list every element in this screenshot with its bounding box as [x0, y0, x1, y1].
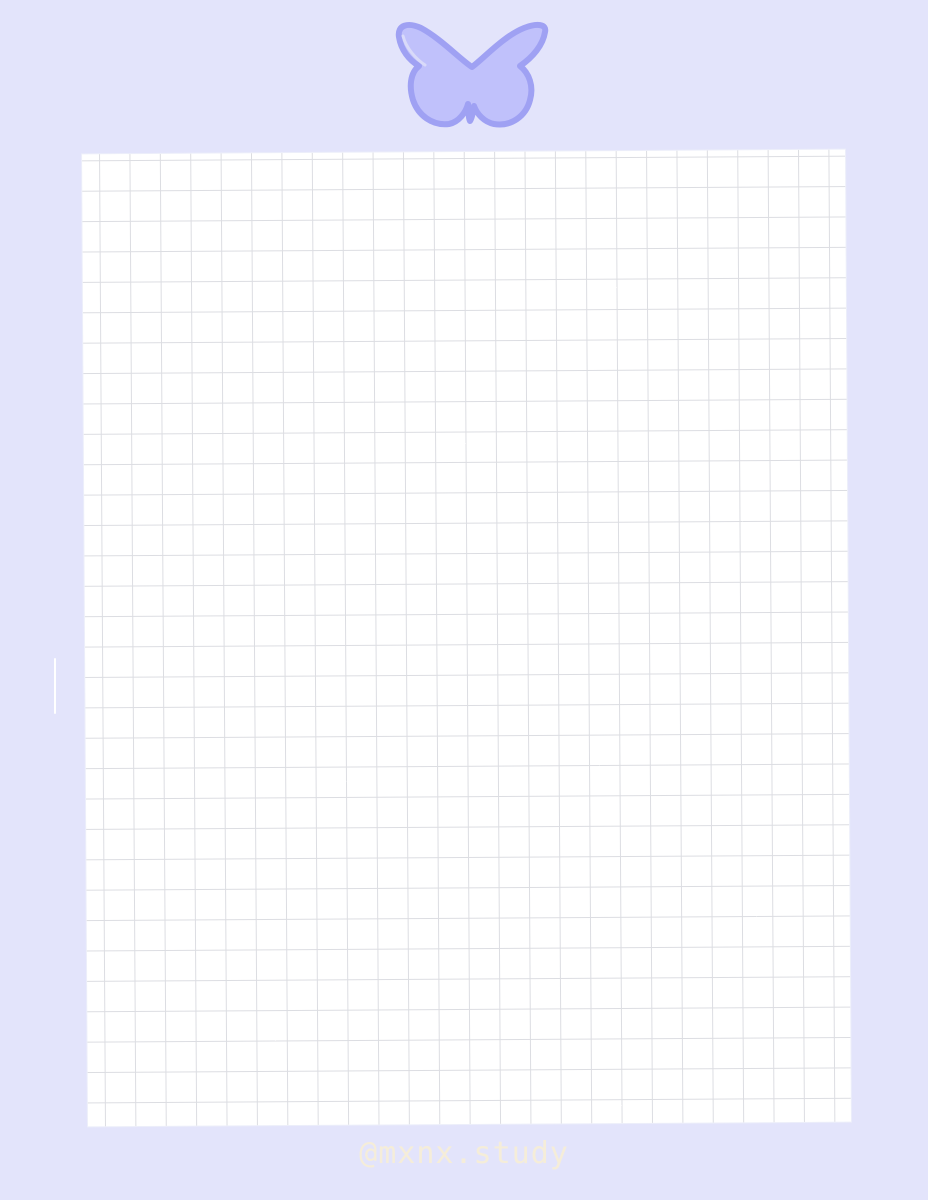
grid-paper-sheet	[82, 149, 851, 1127]
butterfly-icon	[395, 21, 549, 128]
side-mark	[54, 658, 56, 714]
planner-page: @mxnx.study	[0, 0, 928, 1200]
watermark-text: @mxnx.study	[359, 1136, 569, 1171]
